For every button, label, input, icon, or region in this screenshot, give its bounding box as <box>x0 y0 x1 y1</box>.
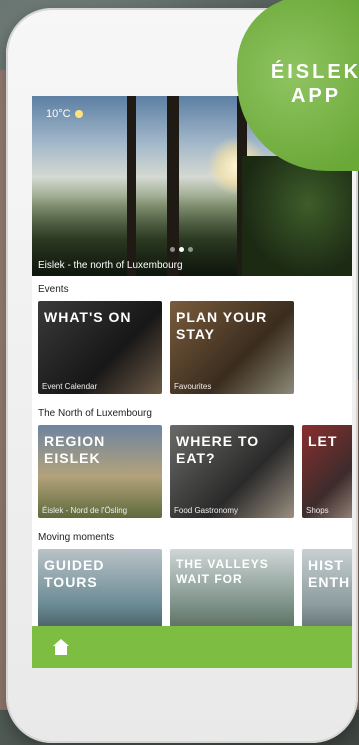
card-shops[interactable]: LET Shops <box>302 425 352 518</box>
card-subtitle: Event Calendar <box>42 382 98 391</box>
weather-temp: 10°C <box>46 108 71 120</box>
card-row: REGION EISLEK Éislek - Nord de l'Ösling … <box>32 425 352 518</box>
card-whats-on[interactable]: WHAT'S ON Event Calendar <box>38 301 162 394</box>
carousel-dot-active[interactable] <box>179 247 184 252</box>
card-subtitle: Shops <box>306 506 329 515</box>
app-screen: 10°C Eislek - the north of Luxembourg Ev… <box>32 96 352 668</box>
card-title: GUIDED TOURS <box>44 557 105 590</box>
section-north: The North of Luxembourg REGION EISLEK Éi… <box>32 408 352 518</box>
card-title: THE VALLEYS WAIT FOR <box>176 557 269 586</box>
card-subtitle: Éislek - Nord de l'Ösling <box>42 506 128 515</box>
card-title: REGION EISLEK <box>44 433 106 466</box>
foliage <box>242 156 352 276</box>
carousel-dots[interactable] <box>170 247 193 252</box>
weather-widget: 10°C <box>46 108 83 120</box>
carousel-dot[interactable] <box>170 247 175 252</box>
card-title: LET <box>308 433 338 449</box>
hero-caption: Eislek - the north of Luxembourg <box>38 260 183 271</box>
card-region-eislek[interactable]: REGION EISLEK Éislek - Nord de l'Ösling <box>38 425 162 518</box>
bottom-tab-bar <box>32 626 352 668</box>
badge-line1: ÉISLEK <box>270 60 359 83</box>
card-plan-your-stay[interactable]: PLAN YOUR STAY Favourites <box>170 301 294 394</box>
card-title: PLAN YOUR STAY <box>176 309 268 342</box>
tree-trunk <box>127 96 136 276</box>
card-title: WHERE TO EAT? <box>176 433 260 466</box>
carousel-dot[interactable] <box>188 247 193 252</box>
section-title: Events <box>38 284 69 295</box>
card-subtitle: Favourites <box>174 382 212 391</box>
photo-background: 10°C Eislek - the north of Luxembourg Ev… <box>0 0 359 745</box>
card-title: HIST ENTH <box>308 557 351 590</box>
badge-line2: APP <box>290 84 342 107</box>
sun-icon <box>74 110 83 118</box>
section-title: Moving moments <box>38 532 115 543</box>
section-title: The North of Luxembourg <box>38 408 152 419</box>
section-events: Events WHAT'S ON Event Calendar PLAN YOU… <box>32 284 352 394</box>
card-subtitle: Food Gastronomy <box>174 506 239 515</box>
card-title: WHAT'S ON <box>44 309 132 325</box>
home-icon[interactable] <box>52 639 70 655</box>
card-where-to-eat[interactable]: WHERE TO EAT? Food Gastronomy <box>170 425 294 518</box>
card-row: WHAT'S ON Event Calendar PLAN YOUR STAY … <box>32 301 352 394</box>
